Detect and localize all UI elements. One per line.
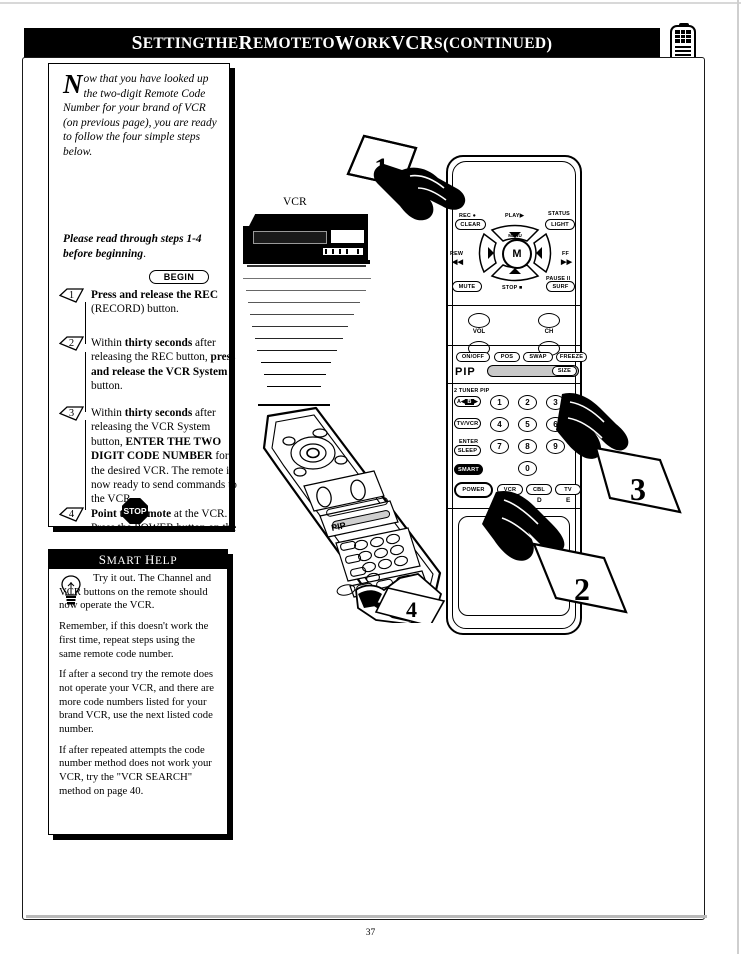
pip-freeze-button[interactable]: FREEZE <box>556 352 587 362</box>
step-3-number: 3 <box>68 408 75 419</box>
vcr-base <box>243 260 370 264</box>
smart-help-paragraph: If after a second try the remote does no… <box>59 668 215 736</box>
step-4-number: 4 <box>68 509 75 520</box>
callout-hand-1: 1 <box>346 134 466 221</box>
tuner-pip-label: 2 TUNER PIP <box>454 388 490 394</box>
smart-help-card: SMART HELP Try it out. The Channel and V… <box>48 549 228 835</box>
tilted-remote-illustration: PIP 4 <box>258 398 448 623</box>
remote-divider-2 <box>448 345 580 347</box>
step-4: 4 Point the remote at the VCR. Press the… <box>59 507 241 536</box>
title-segment: S <box>131 33 143 54</box>
step-2-text: Within thirty seconds after releasing th… <box>91 337 236 393</box>
pip-onoff-button[interactable]: ON/OFF <box>456 352 490 362</box>
title-segment: TO <box>312 35 335 52</box>
title-segment: THE <box>204 35 239 52</box>
step-1-number: 1 <box>68 290 75 301</box>
intro-paragraph: Now that you have looked up the two-digi… <box>63 69 217 158</box>
key-2[interactable]: 2 <box>518 395 537 410</box>
ir-beam-lines <box>243 276 373 392</box>
stop-label: STOP <box>123 506 147 516</box>
vcr-buttons <box>323 248 363 255</box>
step-2-number-diamond: 2 <box>59 336 84 351</box>
callout-4: 4 <box>406 597 417 622</box>
title-segment: S <box>434 35 443 52</box>
status-label: STATUS <box>548 211 570 217</box>
menu-button[interactable]: M <box>502 239 532 269</box>
title-segment: ORK <box>354 35 391 52</box>
intro-dropcap: N <box>63 69 83 99</box>
title-segment: EMOTE <box>252 35 313 52</box>
step-4-text: Point the remote at the VCR. Press the P… <box>91 508 237 535</box>
title-segment: ETTING <box>142 35 205 52</box>
title-segment: ) <box>546 34 553 53</box>
scan-edge-top <box>0 2 741 4</box>
read-through-note: Please read through steps 1-4 before beg… <box>63 233 202 260</box>
sleep-button[interactable]: SLEEP <box>454 445 481 456</box>
scan-edge-right <box>737 0 739 954</box>
remote-divider-1 <box>448 305 580 307</box>
tv-vcr-button[interactable]: TV/VCR <box>454 418 481 429</box>
navigation-dpad[interactable]: MENU M <box>472 222 558 284</box>
vcr-label: VCR <box>283 196 307 208</box>
key-5[interactable]: 5 <box>518 417 537 432</box>
key-8[interactable]: 8 <box>518 439 537 454</box>
callout-2-number: 2 <box>574 571 590 607</box>
smart-help-title: SMART HELP <box>98 551 178 567</box>
title-segment: VCR <box>390 33 435 54</box>
rew-label: REW <box>450 251 464 257</box>
rew-icon: ◀◀ <box>452 259 464 266</box>
pip-swap-button[interactable]: SWAP <box>523 352 553 362</box>
key-4[interactable]: 4 <box>490 417 509 432</box>
page-number: 37 <box>365 928 376 938</box>
key-0[interactable]: 0 <box>518 461 537 476</box>
begin-label: BEGIN <box>163 272 195 282</box>
pip-size-button[interactable]: SIZE <box>552 366 577 376</box>
vol-label: VOL <box>472 329 486 335</box>
ff-icon: ▶▶ <box>561 259 573 266</box>
remote-icon-emitter <box>679 23 689 27</box>
smart-help-paragraph: If after repeated attempts the code numb… <box>59 743 212 797</box>
menu-label: MENU <box>508 233 522 238</box>
key-7[interactable]: 7 <box>490 439 509 454</box>
remote-icon-keypad <box>675 30 691 43</box>
step-1-text: Press and release the REC (RECORD) butto… <box>91 289 218 316</box>
ch-label: CH <box>544 329 554 335</box>
step-2-number: 2 <box>68 338 75 349</box>
remote-divider-3 <box>448 383 580 385</box>
title-segment: CONTINUED <box>448 35 547 52</box>
step-1: 1 Press and release the REC (RECORD) but… <box>59 288 241 317</box>
page-title-bar: S ETTING THE R EMOTE TO W ORK VCR S (CONTINU… <box>24 28 660 60</box>
vcr-base-shadow <box>247 265 366 267</box>
smart-help-header: SMART HELP <box>49 550 227 569</box>
ab-swap-button[interactable]: A◀ B ▶ <box>454 396 481 407</box>
smart-help-paragraph: Try it out. The Channel and VCR buttons … <box>59 572 212 612</box>
instruction-card: Now that you have looked up the two-digi… <box>48 63 237 534</box>
menu-key-letter: M <box>512 248 522 260</box>
step-4-number-diamond: 4 <box>59 507 84 522</box>
vcr-tape-slot <box>253 231 327 244</box>
smart-button[interactable]: SMART <box>454 464 483 475</box>
step-3-text: Within thirty seconds after releasing th… <box>91 407 237 506</box>
pip-pos-button[interactable]: POS <box>494 352 520 362</box>
stop-transport-label: STOP ■ <box>502 285 523 291</box>
begin-badge: BEGIN <box>149 270 209 284</box>
title-segment: R <box>238 33 253 54</box>
page-title: S ETTING THE R EMOTE TO W ORK VCR S (CONTINU… <box>24 28 660 60</box>
step-2: 2 Within thirty seconds after releasing … <box>59 336 241 394</box>
callout-hand-2: 2 <box>482 490 628 614</box>
step-3: 3 Within thirty seconds after releasing … <box>59 406 241 507</box>
pip-wordmark: PIP <box>455 366 476 378</box>
ff-label: FF <box>562 251 569 257</box>
smart-help-paragraph: Remember, if this doesn't work the first… <box>59 620 209 660</box>
title-segment: W <box>334 33 355 54</box>
channel-rocker[interactable]: CH <box>538 313 560 357</box>
page-frame-shadow <box>26 915 707 918</box>
step-3-number-diamond: 3 <box>59 406 84 421</box>
step-1-number-diamond: 1 <box>59 288 84 303</box>
key-1[interactable]: 1 <box>490 395 509 410</box>
volume-rocker[interactable]: VOL <box>468 313 490 357</box>
play-label: PLAY▶ <box>505 213 525 219</box>
smart-help-body: Try it out. The Channel and VCR buttons … <box>59 572 219 806</box>
